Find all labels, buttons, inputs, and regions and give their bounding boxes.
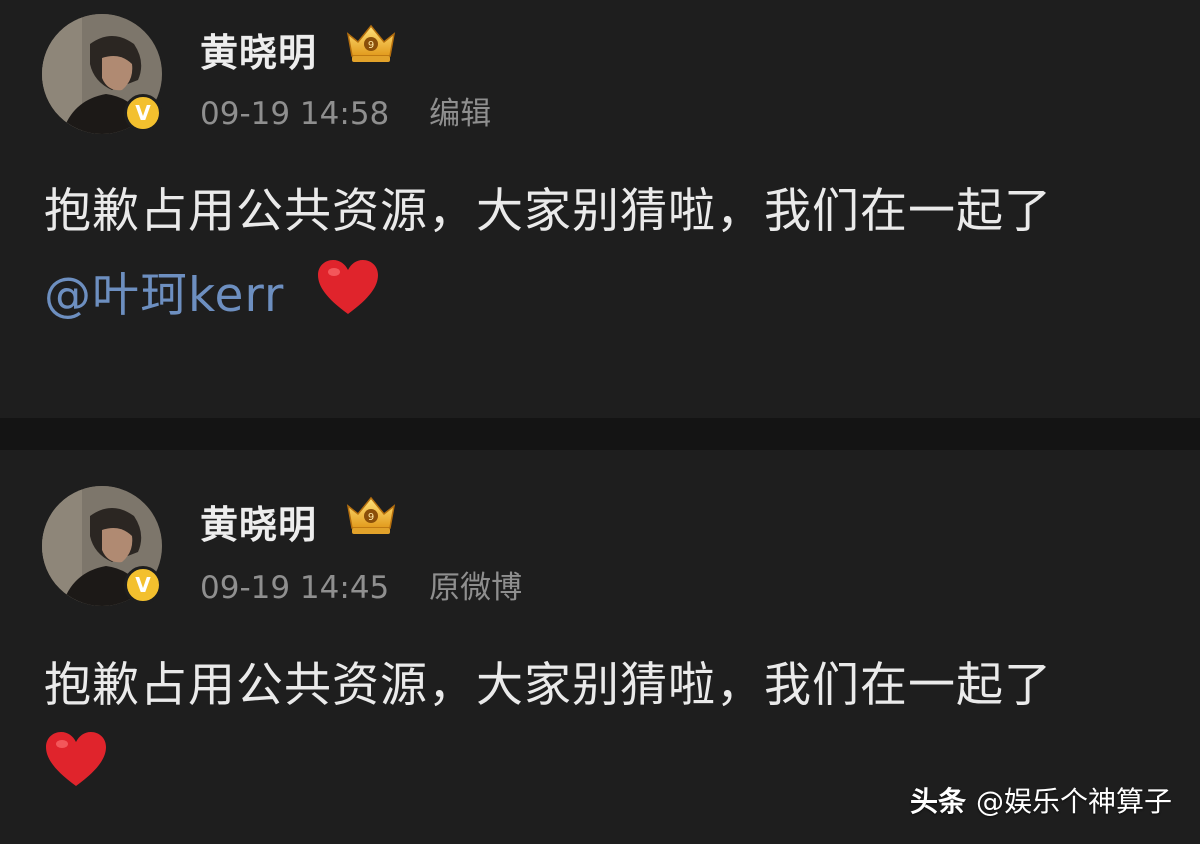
crown-level-9-icon: 9: [346, 24, 396, 62]
post-meta: 09-19 14:58 编辑: [200, 88, 491, 133]
post-meta: 09-19 14:45 原微博: [200, 562, 522, 607]
author-name[interactable]: 黄晓明: [200, 22, 317, 77]
verified-badge-icon: V: [124, 566, 162, 604]
post-source[interactable]: 编辑: [429, 96, 491, 132]
svg-text:9: 9: [368, 512, 374, 523]
author-name[interactable]: 黄晓明: [200, 494, 317, 549]
red-heart-icon: [46, 732, 106, 786]
post-timestamp: 09-19 14:45: [200, 570, 390, 606]
svg-text:9: 9: [368, 40, 374, 51]
author-avatar[interactable]: V: [42, 14, 162, 134]
post-timestamp: 09-19 14:58: [200, 96, 390, 132]
weibo-post-edited[interactable]: V 黄晓明 9 09-19 14:58 编辑 抱歉占用公共资源，大家别猜啦，我们…: [0, 0, 1200, 418]
watermark-account: @娱乐个神算子: [975, 785, 1172, 818]
crown-level-9-icon: 9: [346, 496, 396, 534]
post-text: 抱歉占用公共资源，大家别猜啦，我们在一起了: [44, 184, 1052, 239]
post-divider: [0, 418, 1200, 450]
red-heart-icon: [318, 260, 378, 314]
post-text: 抱歉占用公共资源，大家别猜啦，我们在一起了: [44, 658, 1052, 713]
watermark-brand: 头条: [909, 785, 966, 818]
post-source[interactable]: 原微博: [429, 570, 522, 606]
verified-badge-icon: V: [124, 94, 162, 132]
mention-link[interactable]: @叶珂kerr: [44, 256, 284, 325]
author-avatar[interactable]: V: [42, 486, 162, 606]
source-watermark: 头条 @娱乐个神算子: [910, 780, 1172, 820]
